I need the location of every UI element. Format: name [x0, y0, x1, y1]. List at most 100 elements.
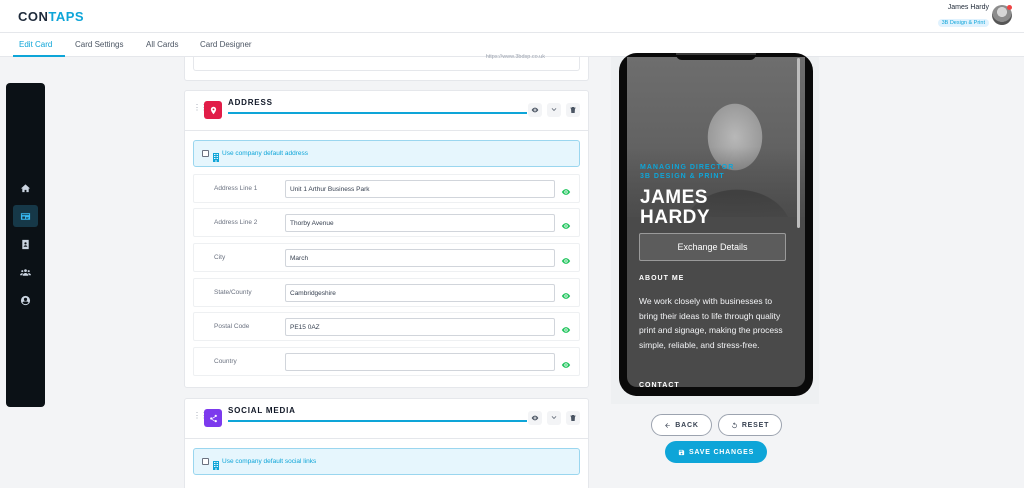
sidebar-item-contacts[interactable]	[13, 233, 38, 255]
eye-icon[interactable]	[561, 253, 571, 264]
eye-icon	[531, 107, 539, 113]
visibility-toggle-button[interactable]	[528, 411, 542, 425]
website-url-text: https://www.3bdsp.co.uk	[485, 54, 545, 60]
delete-section-button[interactable]	[566, 411, 580, 425]
country-row: Country	[193, 347, 580, 376]
notification-dot	[1007, 5, 1012, 10]
logo-text: CON	[18, 9, 49, 24]
app-logo[interactable]: CONTAPS	[18, 9, 84, 24]
chevron-down-icon	[551, 416, 557, 419]
save-changes-label: SAVE CHANGES	[688, 448, 755, 456]
country-label: Country	[214, 358, 237, 365]
postal-code-row: Postal Code	[193, 312, 580, 341]
share-icon	[204, 409, 222, 427]
collapse-button[interactable]	[547, 411, 561, 425]
tab-all-cards[interactable]: All Cards	[146, 40, 178, 49]
about-me-heading: ABOUT ME	[639, 275, 685, 282]
eye-icon[interactable]	[561, 184, 571, 195]
social-media-section-title: SOCIAL MEDIA	[228, 406, 296, 415]
undo-icon	[731, 421, 737, 428]
use-default-address-label: Use company default address	[222, 150, 308, 157]
address-line1-row: Address Line 1	[193, 174, 580, 203]
use-default-address-checkbox[interactable]	[202, 150, 209, 157]
location-pin-icon	[204, 101, 222, 119]
contacts-book-icon	[22, 239, 29, 249]
back-button-label: BACK	[675, 421, 699, 429]
card-company: 3B DESIGN & PRINT	[640, 173, 725, 180]
address-line2-row: Address Line 2	[193, 208, 580, 237]
eye-icon[interactable]	[561, 357, 571, 368]
city-label: City	[214, 254, 226, 261]
eye-icon[interactable]	[561, 322, 571, 333]
about-me-text: We work closely with businesses to bring…	[639, 296, 783, 351]
preview-scrollbar[interactable]	[797, 58, 800, 228]
address-section-title: ADDRESS	[228, 98, 273, 107]
tab-edit-card[interactable]: Edit Card	[19, 40, 52, 49]
card-last-name: HARDY	[640, 207, 711, 228]
top-bar: CONTAPS James Hardy 3B Design & Print	[0, 0, 1024, 33]
arrow-left-icon	[665, 422, 671, 428]
trash-icon	[570, 415, 576, 421]
sidebar	[6, 83, 45, 407]
user-name: James Hardy	[947, 4, 989, 11]
team-icon	[20, 268, 31, 276]
address-line2-label: Address Line 2	[214, 219, 258, 226]
user-info[interactable]: James Hardy 3B Design & Print	[937, 4, 989, 29]
card-icon	[20, 212, 31, 220]
address-line1-label: Address Line 1	[214, 185, 258, 192]
delete-section-button[interactable]	[566, 103, 580, 117]
logo-accent-text: TAPS	[48, 9, 85, 24]
use-default-social-option[interactable]: Use company default social links	[193, 448, 580, 475]
postal-code-label: Postal Code	[214, 323, 250, 330]
eye-icon[interactable]	[561, 288, 571, 299]
sidebar-item-team[interactable]	[13, 261, 38, 283]
tab-card-settings[interactable]: Card Settings	[75, 40, 123, 49]
trash-icon	[570, 107, 576, 113]
visibility-toggle-button[interactable]	[528, 103, 542, 117]
phone-notch	[676, 53, 756, 60]
address-line1-input[interactable]	[285, 180, 555, 198]
use-default-social-checkbox[interactable]	[202, 458, 209, 465]
website-field-row: https://www.3bdsp.co.uk	[193, 54, 580, 71]
sidebar-item-cards[interactable]	[13, 205, 38, 227]
social-media-section: ⋮⋮ SOCIAL MEDIA Use company default soci…	[184, 398, 589, 488]
section-title-underline	[228, 112, 527, 114]
tab-card-designer[interactable]: Card Designer	[200, 40, 252, 49]
back-button[interactable]: BACK	[651, 414, 712, 436]
postal-code-input[interactable]	[285, 318, 555, 336]
home-icon	[20, 183, 31, 192]
collapse-button[interactable]	[547, 103, 561, 117]
city-row: City	[193, 243, 580, 272]
website-section-remnant: https://www.3bdsp.co.uk	[184, 54, 589, 81]
contact-heading: CONTACT	[639, 382, 680, 389]
active-tab-indicator	[13, 55, 65, 57]
user-circle-icon	[20, 295, 31, 305]
eye-icon[interactable]	[561, 218, 571, 229]
state-county-label: State/County	[214, 289, 252, 296]
save-icon	[678, 449, 685, 455]
sidebar-item-account[interactable]	[13, 289, 38, 311]
address-section-header: ⋮⋮ ADDRESS	[185, 91, 588, 131]
card-first-name: JAMES	[640, 187, 708, 208]
building-icon	[213, 149, 219, 162]
social-media-section-header: ⋮⋮ SOCIAL MEDIA	[185, 399, 588, 439]
use-default-social-label: Use company default social links	[222, 458, 317, 465]
eye-icon	[531, 415, 539, 421]
save-changes-button[interactable]: SAVE CHANGES	[665, 441, 767, 463]
chevron-down-icon	[551, 108, 557, 111]
state-county-input[interactable]	[285, 284, 555, 302]
use-default-address-option[interactable]: Use company default address	[193, 140, 580, 167]
reset-button[interactable]: RESET	[718, 414, 782, 436]
section-title-underline	[228, 420, 527, 422]
building-icon	[213, 457, 219, 470]
address-line2-input[interactable]	[285, 214, 555, 232]
state-county-row: State/County	[193, 278, 580, 307]
country-input[interactable]	[285, 353, 555, 371]
address-section: ⋮⋮ ADDRESS Use company default address A…	[184, 90, 589, 388]
card-job-title: MANAGING DIRECTOR	[640, 164, 735, 171]
company-badge: 3B Design & Print	[937, 19, 989, 27]
exchange-details-button[interactable]: Exchange Details	[639, 233, 786, 261]
reset-button-label: RESET	[741, 421, 770, 429]
sidebar-item-home[interactable]	[13, 177, 38, 199]
city-input[interactable]	[285, 249, 555, 267]
